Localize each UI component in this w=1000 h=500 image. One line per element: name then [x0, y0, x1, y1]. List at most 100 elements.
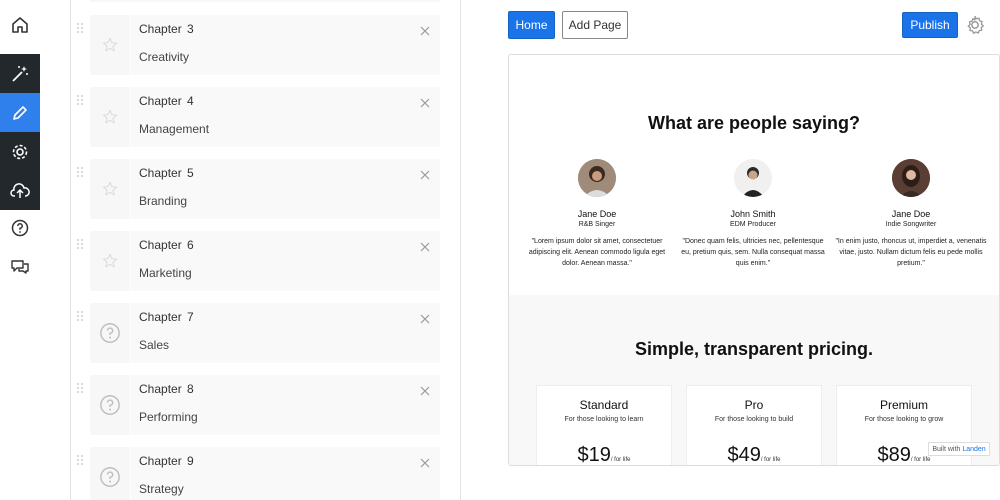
remove-chapter-button[interactable]: [420, 23, 430, 36]
testimonial-card: Jane Doe R&B Singer "Lorem ipsum dolor s…: [517, 159, 677, 269]
star-icon: [90, 87, 130, 147]
chapter-title: Chapter 5: [139, 166, 194, 180]
drag-handle-icon[interactable]: [76, 309, 84, 321]
avatar-photo: [734, 159, 772, 197]
remove-chapter-button[interactable]: [420, 311, 430, 324]
remove-chapter-button[interactable]: [420, 383, 430, 396]
avatar: [734, 159, 772, 197]
edit-nav-button[interactable]: [0, 93, 40, 132]
pricing-card-pro: Pro For those looking to build $49/ for …: [686, 385, 822, 466]
chapter-title: Chapter 7: [139, 310, 194, 324]
chapter-body: Chapter 7 Sales: [130, 303, 440, 363]
home-button[interactable]: Home: [508, 11, 555, 39]
list-right-border: [460, 0, 461, 500]
cloud-upload-icon: [10, 182, 30, 198]
remove-chapter-button[interactable]: [420, 455, 430, 468]
avatar-photo: [892, 159, 930, 197]
chapter-item[interactable]: Chapter 7 Sales: [77, 303, 440, 363]
chapter-body: Chapter 6 Marketing: [130, 231, 440, 291]
built-with-badge[interactable]: Built with Landen: [928, 442, 990, 456]
drag-handle-icon[interactable]: [76, 165, 84, 177]
plan-period: / for life: [610, 457, 631, 463]
plan-price-line: $19/ for life: [537, 444, 671, 465]
testimonial-role: Indie Songwriter: [885, 221, 937, 228]
plan-description: For those looking to learn: [564, 416, 644, 423]
avatar-photo: [578, 159, 616, 197]
star-icon: [90, 159, 130, 219]
chapter-subtitle: Performing: [139, 410, 198, 424]
page-settings-button[interactable]: [964, 14, 986, 36]
plan-period: / for life: [760, 457, 781, 463]
chapter-title: Chapter 6: [139, 238, 194, 252]
plan-description: For those looking to grow: [864, 416, 944, 423]
help-nav-button[interactable]: [0, 208, 40, 247]
chapter-subtitle: Marketing: [139, 266, 192, 280]
plan-name: Premium: [879, 398, 928, 412]
close-icon: [420, 455, 430, 472]
chapter-body: Chapter 4 Management: [130, 87, 440, 147]
testimonial-name: Jane Doe: [577, 209, 617, 219]
remove-chapter-button[interactable]: [420, 239, 430, 252]
close-icon: [420, 311, 430, 328]
plan-name: Standard: [579, 398, 629, 412]
help-icon: [11, 219, 29, 236]
publish-button[interactable]: Publish: [902, 12, 958, 38]
chapter-item[interactable]: Chapter 3 Creativity: [77, 15, 440, 75]
gear-icon: [12, 144, 28, 159]
chapter-subtitle: Strategy: [139, 482, 184, 496]
chapter-item[interactable]: Chapter 4 Management: [77, 87, 440, 147]
chapter-list: Chapter 3 Creativity Chapter 4 Management Ch…: [72, 0, 460, 500]
chapter-body: Chapter 8 Performing: [130, 375, 440, 435]
magic-wand-icon: [12, 65, 28, 82]
drag-handle-icon[interactable]: [76, 453, 84, 465]
testimonial-name: Jane Doe: [891, 209, 931, 219]
icon-sidebar: [0, 0, 40, 500]
chat-nav-button[interactable]: [0, 247, 40, 286]
chapter-title: Chapter 9: [139, 454, 194, 468]
question-icon: [90, 303, 130, 363]
testimonial-quote: "In enim justo, rhoncus ut, imperdiet a,…: [835, 238, 987, 267]
plan-name: Pro: [744, 398, 764, 412]
star-icon: [90, 231, 130, 291]
drag-handle-icon[interactable]: [76, 93, 84, 105]
testimonial-quote: "Donec quam felis, ultricies nec, pellen…: [681, 238, 825, 267]
pricing-heading: Simple, transparent pricing.: [634, 339, 874, 359]
drag-handle-icon[interactable]: [76, 381, 84, 393]
plan-description: For those looking to build: [714, 416, 794, 423]
home-icon: [12, 16, 28, 33]
plan-price: $49: [727, 444, 761, 466]
testimonial-card: John Smith EDM Producer "Donec quam feli…: [673, 159, 833, 269]
gear-icon: [967, 15, 984, 34]
chat-icon: [11, 259, 29, 274]
settings-nav-button[interactable]: [0, 132, 40, 171]
chapter-body: Chapter 5 Branding: [130, 159, 440, 219]
avatar: [578, 159, 616, 197]
pencil-icon: [13, 105, 27, 120]
add-page-button[interactable]: Add Page: [562, 11, 628, 39]
chapter-item[interactable]: Chapter 9 Strategy: [77, 447, 440, 500]
magic-nav-button[interactable]: [0, 54, 40, 93]
remove-chapter-button[interactable]: [420, 95, 430, 108]
testimonial-quote: "Lorem ipsum dolor sit amet, consectetue…: [528, 238, 666, 267]
built-with-label: Built with: [932, 445, 961, 453]
chapter-item[interactable]: Chapter 8 Performing: [77, 375, 440, 435]
chapter-subtitle: Creativity: [139, 50, 190, 64]
upload-nav-button[interactable]: [0, 171, 40, 210]
chapter-title: Chapter 4: [139, 94, 194, 108]
chapter-item[interactable]: Chapter 6 Marketing: [77, 231, 440, 291]
list-left-border: [70, 0, 71, 500]
chapter-title: Chapter 3: [139, 22, 194, 36]
chapter-item[interactable]: Chapter 5 Branding: [77, 159, 440, 219]
remove-chapter-button[interactable]: [420, 167, 430, 180]
chapter-subtitle: Management: [139, 122, 210, 136]
home-nav-button[interactable]: [0, 5, 40, 44]
drag-handle-icon[interactable]: [76, 237, 84, 249]
drag-handle-icon[interactable]: [76, 21, 84, 33]
star-icon: [90, 15, 130, 75]
avatar: [892, 159, 930, 197]
testimonial-name: John Smith: [730, 209, 776, 219]
pricing-card-standard: Standard For those looking to learn $19/…: [536, 385, 672, 465]
plan-price-line: $49/ for life: [687, 444, 821, 466]
close-icon: [420, 383, 430, 400]
testimonial-card: Jane Doe Indie Songwriter "In enim justo…: [831, 159, 991, 269]
